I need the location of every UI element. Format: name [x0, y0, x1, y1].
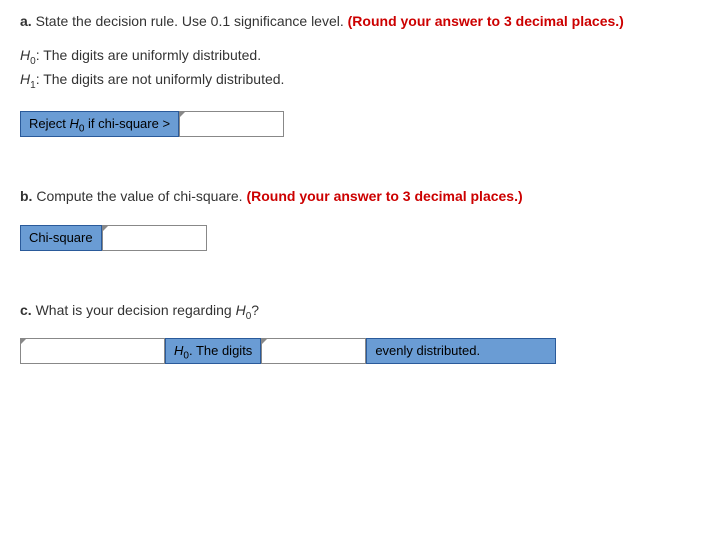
part-c-prompt-prefix: What is your decision regarding	[36, 302, 236, 318]
hypotheses: H0: The digits are uniformly distributed…	[20, 46, 690, 94]
part-c-prompt-h: H	[236, 302, 246, 318]
part-c-prompt: c. What is your decision regarding H0?	[20, 301, 690, 324]
part-b: b. Compute the value of chi-square. (Rou…	[20, 187, 690, 251]
decision-rule-label: Reject H0 if chi-square >	[20, 111, 179, 137]
part-a-label: a.	[20, 13, 32, 29]
part-b-answer-row: Chi-square	[20, 225, 690, 251]
part-a: a. State the decision rule. Use 0.1 sign…	[20, 12, 690, 137]
h1-prefix: H	[20, 71, 30, 87]
h0-prefix: H	[20, 47, 30, 63]
h0-line: H0: The digits are uniformly distributed…	[20, 46, 690, 69]
h1-text: : The digits are not uniformly distribut…	[36, 71, 285, 87]
decision-evenly-label: evenly distributed.	[366, 338, 556, 364]
part-c: c. What is your decision regarding H0? H…	[20, 301, 690, 364]
chi-square-critical-input[interactable]	[179, 111, 284, 137]
part-a-prompt-text: State the decision rule. Use 0.1 signifi…	[36, 13, 344, 29]
h1-line: H1: The digits are not uniformly distrib…	[20, 70, 690, 93]
h0-text: : The digits are uniformly distributed.	[36, 47, 261, 63]
part-a-rounding: (Round your answer to 3 decimal places.)	[348, 13, 624, 29]
chi-square-label: Chi-square	[20, 225, 102, 251]
part-a-prompt: a. State the decision rule. Use 0.1 sign…	[20, 12, 690, 32]
part-b-label: b.	[20, 188, 32, 204]
part-c-label: c.	[20, 302, 32, 318]
part-b-rounding: (Round your answer to 3 decimal places.)	[246, 188, 522, 204]
part-b-prompt-text: Compute the value of chi-square.	[36, 188, 242, 204]
decision-verb-input[interactable]	[261, 338, 366, 364]
cell1-suffix: . The digits	[189, 343, 252, 358]
cell-prefix: Reject	[29, 116, 69, 131]
chi-square-value-input[interactable]	[102, 225, 207, 251]
part-b-prompt: b. Compute the value of chi-square. (Rou…	[20, 187, 690, 207]
part-c-answer-row: H0. The digits evenly distributed.	[20, 338, 690, 364]
cell-h: H	[69, 116, 78, 131]
decision-action-input[interactable]	[20, 338, 165, 364]
part-a-answer-row: Reject H0 if chi-square >	[20, 111, 690, 137]
decision-h0-label: H0. The digits	[165, 338, 261, 364]
cell-suffix: if chi-square >	[84, 116, 170, 131]
cell1-h: H	[174, 343, 183, 358]
part-c-prompt-suffix: ?	[251, 302, 259, 318]
